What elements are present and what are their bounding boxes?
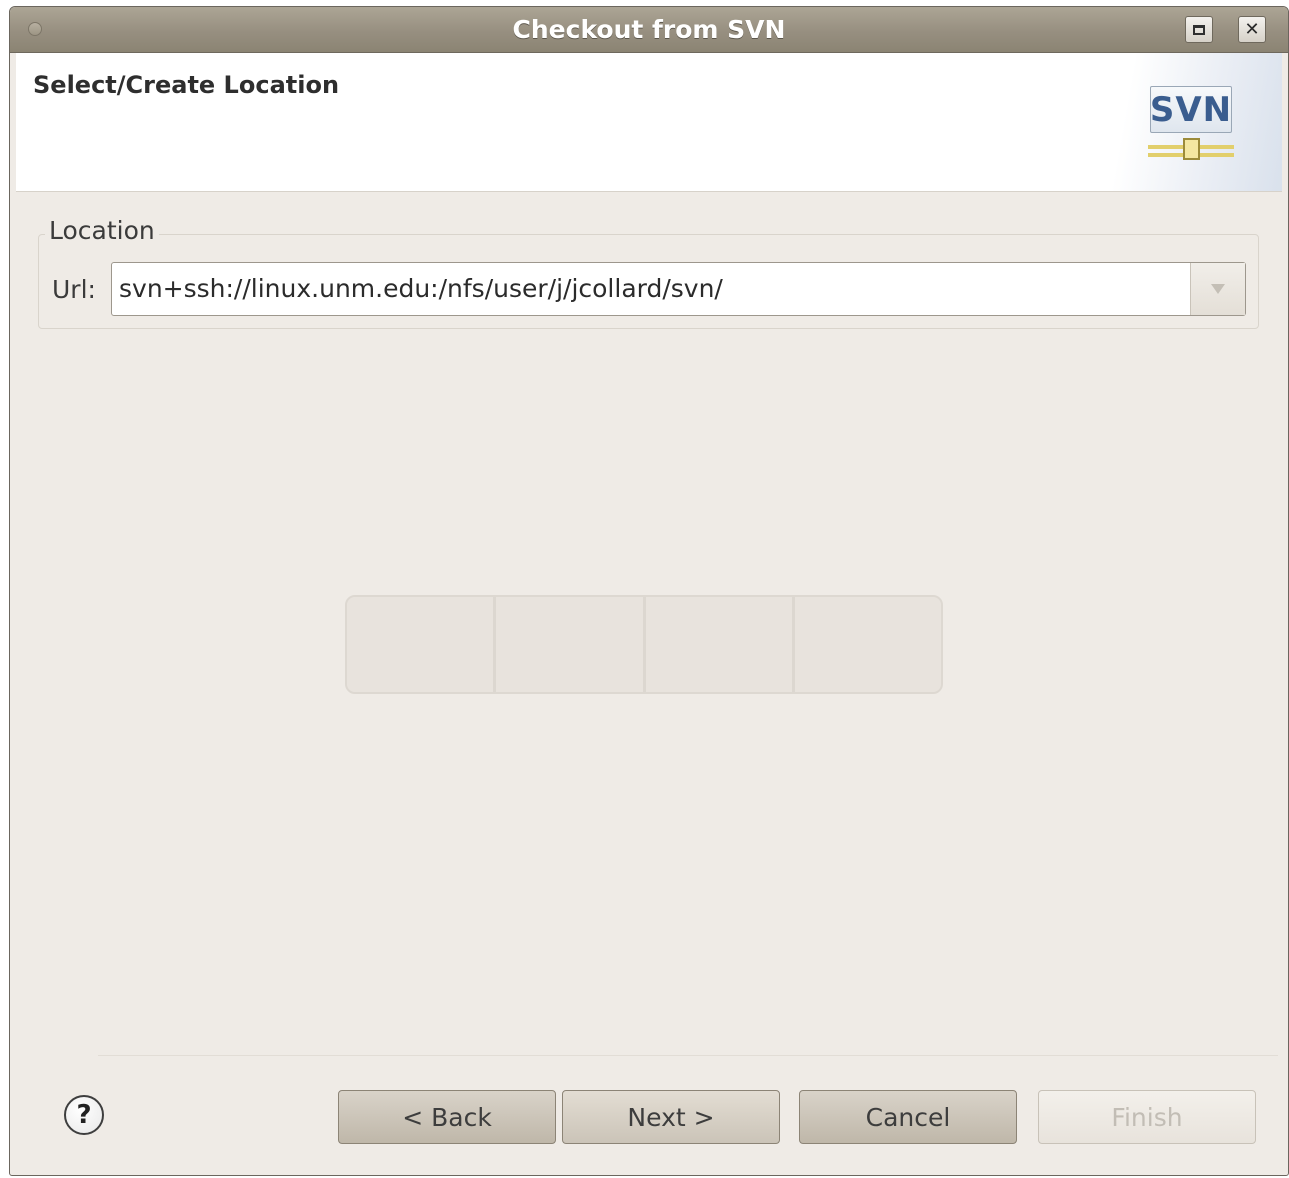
svn-logo-icon: SVN <box>1148 83 1234 165</box>
back-button[interactable]: < Back <box>338 1090 556 1144</box>
finish-button[interactable]: Finish <box>1038 1090 1256 1144</box>
help-icon[interactable]: ? <box>64 1095 104 1135</box>
wizard-header: Select/Create Location SVN <box>16 53 1282 192</box>
progress-segment <box>794 597 941 692</box>
maximize-icon <box>1193 24 1205 35</box>
progress-segment <box>496 597 646 692</box>
url-label: Url: <box>52 275 96 304</box>
page-title: Select/Create Location <box>33 71 340 99</box>
url-dropdown-button[interactable] <box>1190 263 1245 315</box>
close-button[interactable]: ✕ <box>1238 16 1266 43</box>
maximize-button[interactable] <box>1185 16 1213 43</box>
progress-segment <box>347 597 497 692</box>
next-button[interactable]: Next > <box>562 1090 780 1144</box>
url-input[interactable]: svn+ssh://linux.unm.edu:/nfs/user/j/jcol… <box>119 274 723 303</box>
close-icon: ✕ <box>1244 18 1260 40</box>
svn-logo-text: SVN <box>1149 89 1233 130</box>
footer-separator <box>98 1055 1278 1056</box>
progress-segment <box>645 597 795 692</box>
progress-indicator <box>345 595 943 694</box>
url-combobox[interactable]: svn+ssh://linux.unm.edu:/nfs/user/j/jcol… <box>111 262 1246 316</box>
chevron-down-icon <box>1211 284 1225 294</box>
location-group-label: Location <box>45 216 159 245</box>
help-glyph: ? <box>76 1100 92 1130</box>
checkout-dialog: Checkout from SVN ✕ Select/Create Locati… <box>9 6 1289 1176</box>
title-bar[interactable]: Checkout from SVN ✕ <box>10 7 1288 53</box>
cancel-button[interactable]: Cancel <box>799 1090 1017 1144</box>
window-title: Checkout from SVN <box>512 15 786 44</box>
